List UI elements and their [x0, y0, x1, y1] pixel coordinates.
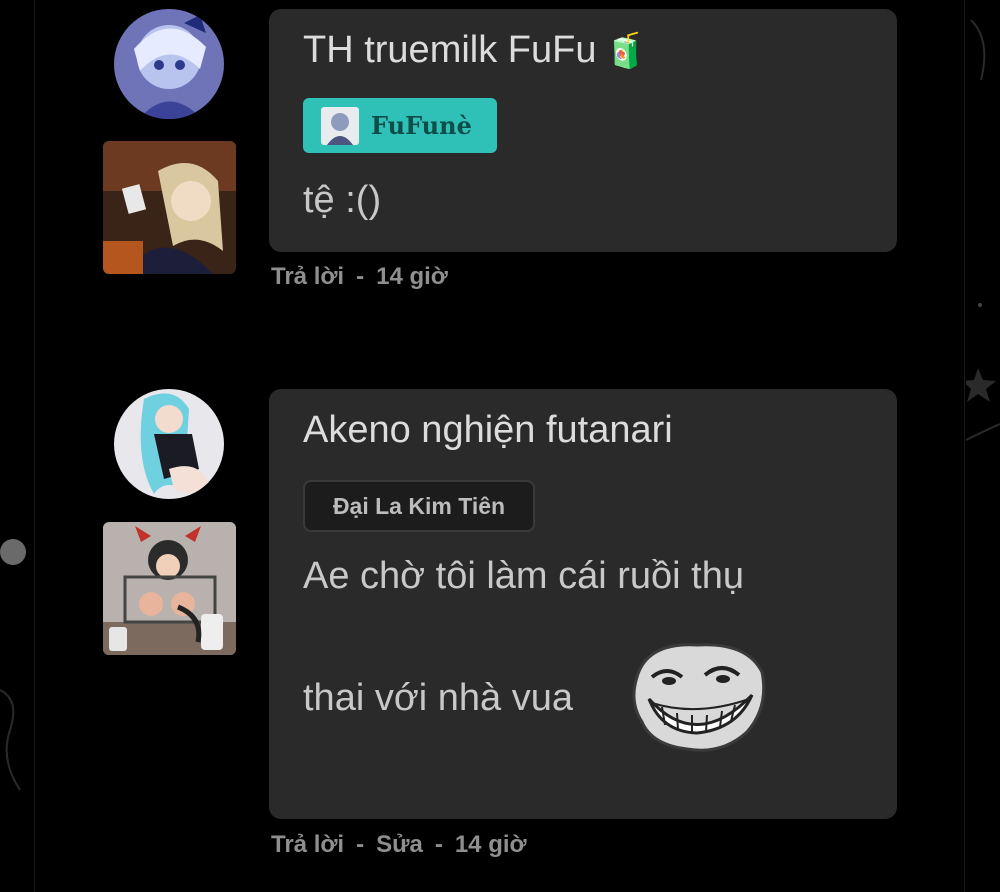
character-art-icon [103, 141, 236, 274]
avatar-illustration-icon [114, 9, 224, 119]
reply-button[interactable]: Trả lời [271, 263, 344, 290]
comment-author[interactable]: TH truemilk FuFu 🧃 [303, 29, 647, 72]
reply-button[interactable]: Trả lời [271, 831, 344, 858]
juice-box-emoji-icon: 🧃 [604, 31, 647, 70]
user-title-badge: FuFunè [303, 98, 497, 153]
comment-bubble: Akeno nghiện futanari Đại La Kim Tiên Ae… [269, 389, 897, 819]
author-name: Akeno nghiện futanari [303, 409, 673, 451]
comment-text-line-1: Ae chờ tôi làm cái ruồi thụ [303, 555, 745, 597]
trollface-meme-icon [632, 643, 766, 752]
comment-text: tệ :() [303, 179, 382, 221]
comment-meta: Trả lời -14 giờ [271, 263, 448, 291]
edit-button[interactable]: Sửa [376, 831, 423, 858]
comment-timestamp: 14 giờ [376, 263, 448, 290]
meta-separator: - [356, 263, 365, 290]
avatar-illustration-icon [114, 389, 224, 499]
badge-label: FuFunè [371, 111, 472, 140]
badge-character-icon [321, 106, 359, 145]
comment-item: Akeno nghiện futanari Đại La Kim Tiên Ae… [0, 380, 1000, 880]
user-avatar[interactable] [114, 9, 224, 119]
comment-bubble: TH truemilk FuFu 🧃 FuFunè tệ :() [269, 9, 897, 252]
comment-text-line-2: thai với nhà vua [303, 677, 573, 719]
comment-author[interactable]: Akeno nghiện futanari [303, 409, 673, 452]
author-name: TH truemilk FuFu [303, 29, 597, 71]
user-frame-image [103, 522, 236, 655]
comment-meta: Trả lời - Sửa -14 giờ [271, 831, 527, 859]
character-art-icon [103, 522, 236, 655]
user-frame-image [103, 141, 236, 274]
comment-item: TH truemilk FuFu 🧃 FuFunè tệ :() Trả lời… [0, 0, 1000, 300]
comment-timestamp: 14 giờ [454, 831, 527, 858]
meta-separator: - [434, 831, 443, 858]
user-avatar[interactable] [114, 389, 224, 499]
user-title-badge: Đại La Kim Tiên [303, 480, 535, 532]
meta-separator: - [356, 831, 365, 858]
